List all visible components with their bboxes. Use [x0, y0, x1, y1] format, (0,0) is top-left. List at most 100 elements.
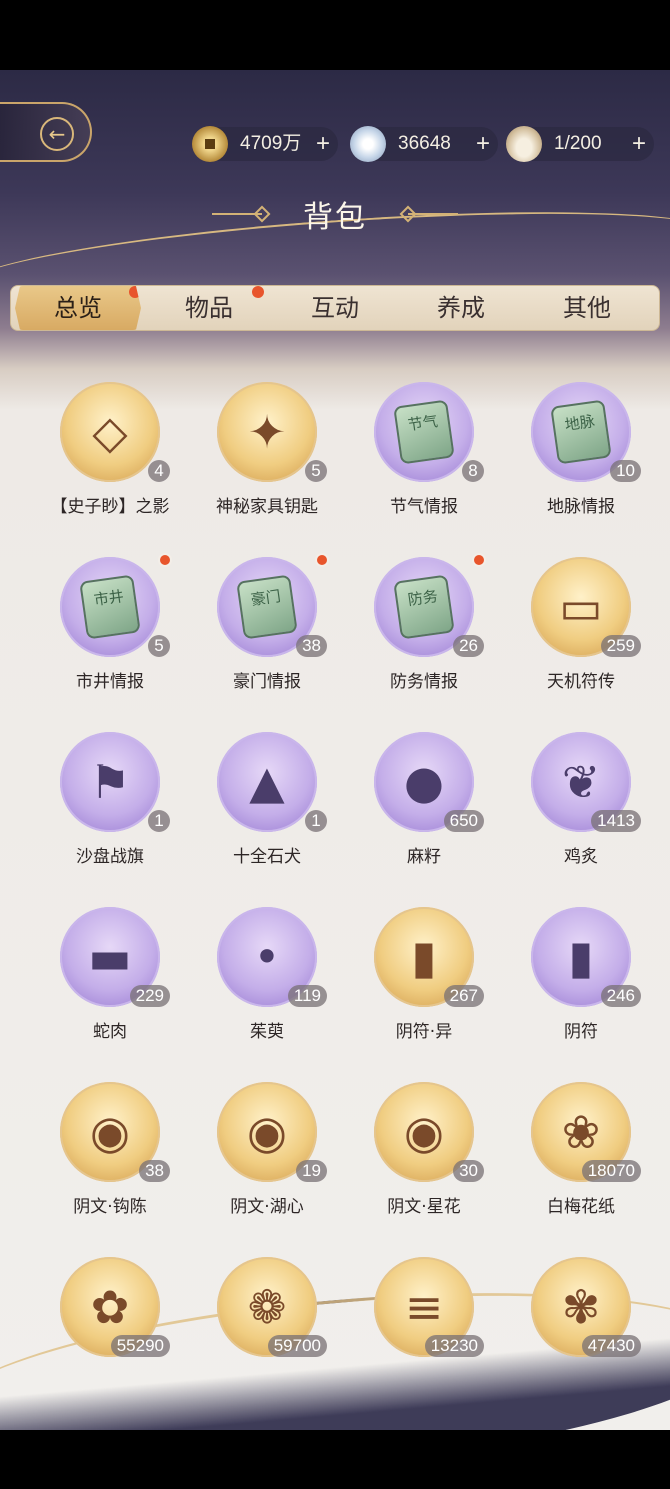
seed-bowl-icon: ● [403, 755, 445, 809]
tab-overview[interactable]: 总览 [15, 286, 141, 330]
new-item-dot [315, 553, 329, 567]
inventory-item[interactable]: ◇ 4 【史子眇】之影 [40, 370, 180, 530]
item-count: 267 [443, 985, 484, 1007]
item-count: 1 [305, 810, 327, 832]
item-count: 18070 [581, 1160, 641, 1182]
item-name: 阴文·湖心 [230, 1197, 304, 1217]
meat-icon: ▬ [88, 930, 132, 984]
bamboo-scroll-icon: ≡ [404, 1280, 444, 1334]
inventory-item[interactable]: ◉ 30 阴文·星花 [354, 1070, 494, 1230]
item-count: 8 [462, 460, 484, 482]
item-count: 38 [139, 1160, 170, 1182]
scroll-case-icon: ◉ [246, 1105, 288, 1159]
flower-plate-icon: ✾ [561, 1280, 601, 1334]
status-bar-area [0, 0, 670, 70]
inventory-item[interactable]: ✦ 5 神秘家具钥匙 [197, 370, 337, 530]
scroll-icon: ▮ [411, 930, 437, 984]
item-count: 13230 [424, 1335, 484, 1357]
inventory-item[interactable]: ≡ 13230 [354, 1245, 494, 1405]
item-count: 650 [443, 810, 484, 832]
inventory-item[interactable]: 防务 26 防务情报 [354, 545, 494, 705]
inventory-item[interactable]: ▲ 1 十全石犬 [197, 720, 337, 880]
item-name: 阴符 [564, 1022, 598, 1042]
bowl-icon [506, 126, 542, 162]
new-item-dot [158, 553, 172, 567]
inventory-item[interactable]: • 119 茱萸 [197, 895, 337, 1055]
copper-coin-icon [192, 126, 228, 162]
inventory-item[interactable]: ⚑ 1 沙盘战旗 [40, 720, 180, 880]
jade-tablet-icon: 节气 [393, 399, 455, 465]
inventory-item[interactable]: 豪门 38 豪门情报 [197, 545, 337, 705]
jade-tablet-icon: 地脉 [550, 399, 612, 465]
tab-cultivation[interactable]: 养成 [398, 286, 524, 330]
item-count: 26 [453, 635, 484, 657]
item-count: 5 [148, 635, 170, 657]
jade-tablet-icon: 豪门 [236, 574, 298, 640]
stone-dog-icon: ▲ [249, 755, 285, 809]
item-count: 55290 [110, 1335, 170, 1357]
jade-orb-icon [350, 126, 386, 162]
item-name: 地脉情报 [547, 497, 615, 517]
item-name: 白梅花纸 [547, 1197, 615, 1217]
item-count: 259 [600, 635, 641, 657]
tab-interaction[interactable]: 互动 [272, 286, 398, 330]
inventory-item[interactable]: ❀ 18070 白梅花纸 [511, 1070, 651, 1230]
inventory-item[interactable]: ◉ 38 阴文·钩陈 [40, 1070, 180, 1230]
add-stamina-button[interactable]: + [632, 127, 646, 161]
add-jade-button[interactable]: + [476, 127, 490, 161]
item-icon-frame: 节气 [374, 382, 474, 482]
item-name: 阴符·异 [395, 1022, 453, 1042]
item-count: 19 [296, 1160, 327, 1182]
inventory-item[interactable]: ▮ 267 阴符·异 [354, 895, 494, 1055]
notification-dot [129, 286, 141, 298]
stamina-currency: 1/200 + [506, 126, 654, 162]
inventory-item[interactable]: 市井 5 市井情报 [40, 545, 180, 705]
tablet-text: 地脉 [563, 412, 596, 435]
scroll-case-icon: ◉ [89, 1105, 131, 1159]
talisman-plaque-icon: ▭ [559, 580, 603, 634]
item-count: 47430 [581, 1335, 641, 1357]
scroll-icon: ▮ [568, 930, 594, 984]
white-flower-icon: ✿ [90, 1280, 130, 1334]
title-ornament-right [408, 213, 458, 215]
inventory-item[interactable]: ▮ 246 阴符 [511, 895, 651, 1055]
item-count: 4 [148, 460, 170, 482]
inventory-item[interactable]: ◉ 19 阴文·湖心 [197, 1070, 337, 1230]
tab-items[interactable]: 物品 [146, 286, 272, 330]
inventory-item[interactable]: 地脉 10 地脉情报 [511, 370, 651, 530]
item-name: 茱萸 [250, 1022, 284, 1042]
item-name: 阴文·钩陈 [73, 1197, 147, 1217]
tab-label: 互动 [311, 294, 359, 322]
item-count: 59700 [267, 1335, 327, 1357]
navigation-bar-area [0, 1430, 670, 1489]
inventory-item[interactable]: ❁ 59700 [197, 1245, 337, 1405]
scroll-case-icon: ◉ [403, 1105, 445, 1159]
item-name: 市井情报 [76, 672, 144, 692]
item-name: 天机符传 [547, 672, 615, 692]
inventory-item[interactable]: ✾ 47430 [511, 1245, 651, 1405]
item-icon-frame: ▲ [217, 732, 317, 832]
item-name: 神秘家具钥匙 [216, 497, 318, 517]
new-item-dot [472, 553, 486, 567]
item-name: 十全石犬 [233, 847, 301, 867]
add-coin-button[interactable]: + [316, 127, 330, 161]
item-icon-frame: ◇ [60, 382, 160, 482]
inventory-item[interactable]: ❦ 1413 鸡炙 [511, 720, 651, 880]
item-count: 119 [287, 985, 327, 1007]
item-count: 5 [305, 460, 327, 482]
item-name: 蛇肉 [93, 1022, 127, 1042]
berry-branch-icon: • [253, 930, 281, 984]
tab-other[interactable]: 其他 [524, 286, 650, 330]
item-name: 阴文·星花 [387, 1197, 461, 1217]
inventory-item[interactable]: ● 650 麻籽 [354, 720, 494, 880]
back-button[interactable]: ← [0, 102, 92, 162]
inventory-item[interactable]: ✿ 55290 [40, 1245, 180, 1405]
plum-blossom-icon: ❀ [561, 1105, 601, 1159]
inventory-item[interactable]: ▬ 229 蛇肉 [40, 895, 180, 1055]
inventory-item[interactable]: 节气 8 节气情报 [354, 370, 494, 530]
tablet-text: 节气 [406, 412, 439, 435]
notification-dot [252, 286, 264, 298]
tab-label: 物品 [185, 294, 233, 322]
coin-currency: 4709万 + [192, 126, 338, 162]
inventory-item[interactable]: ▭ 259 天机符传 [511, 545, 651, 705]
